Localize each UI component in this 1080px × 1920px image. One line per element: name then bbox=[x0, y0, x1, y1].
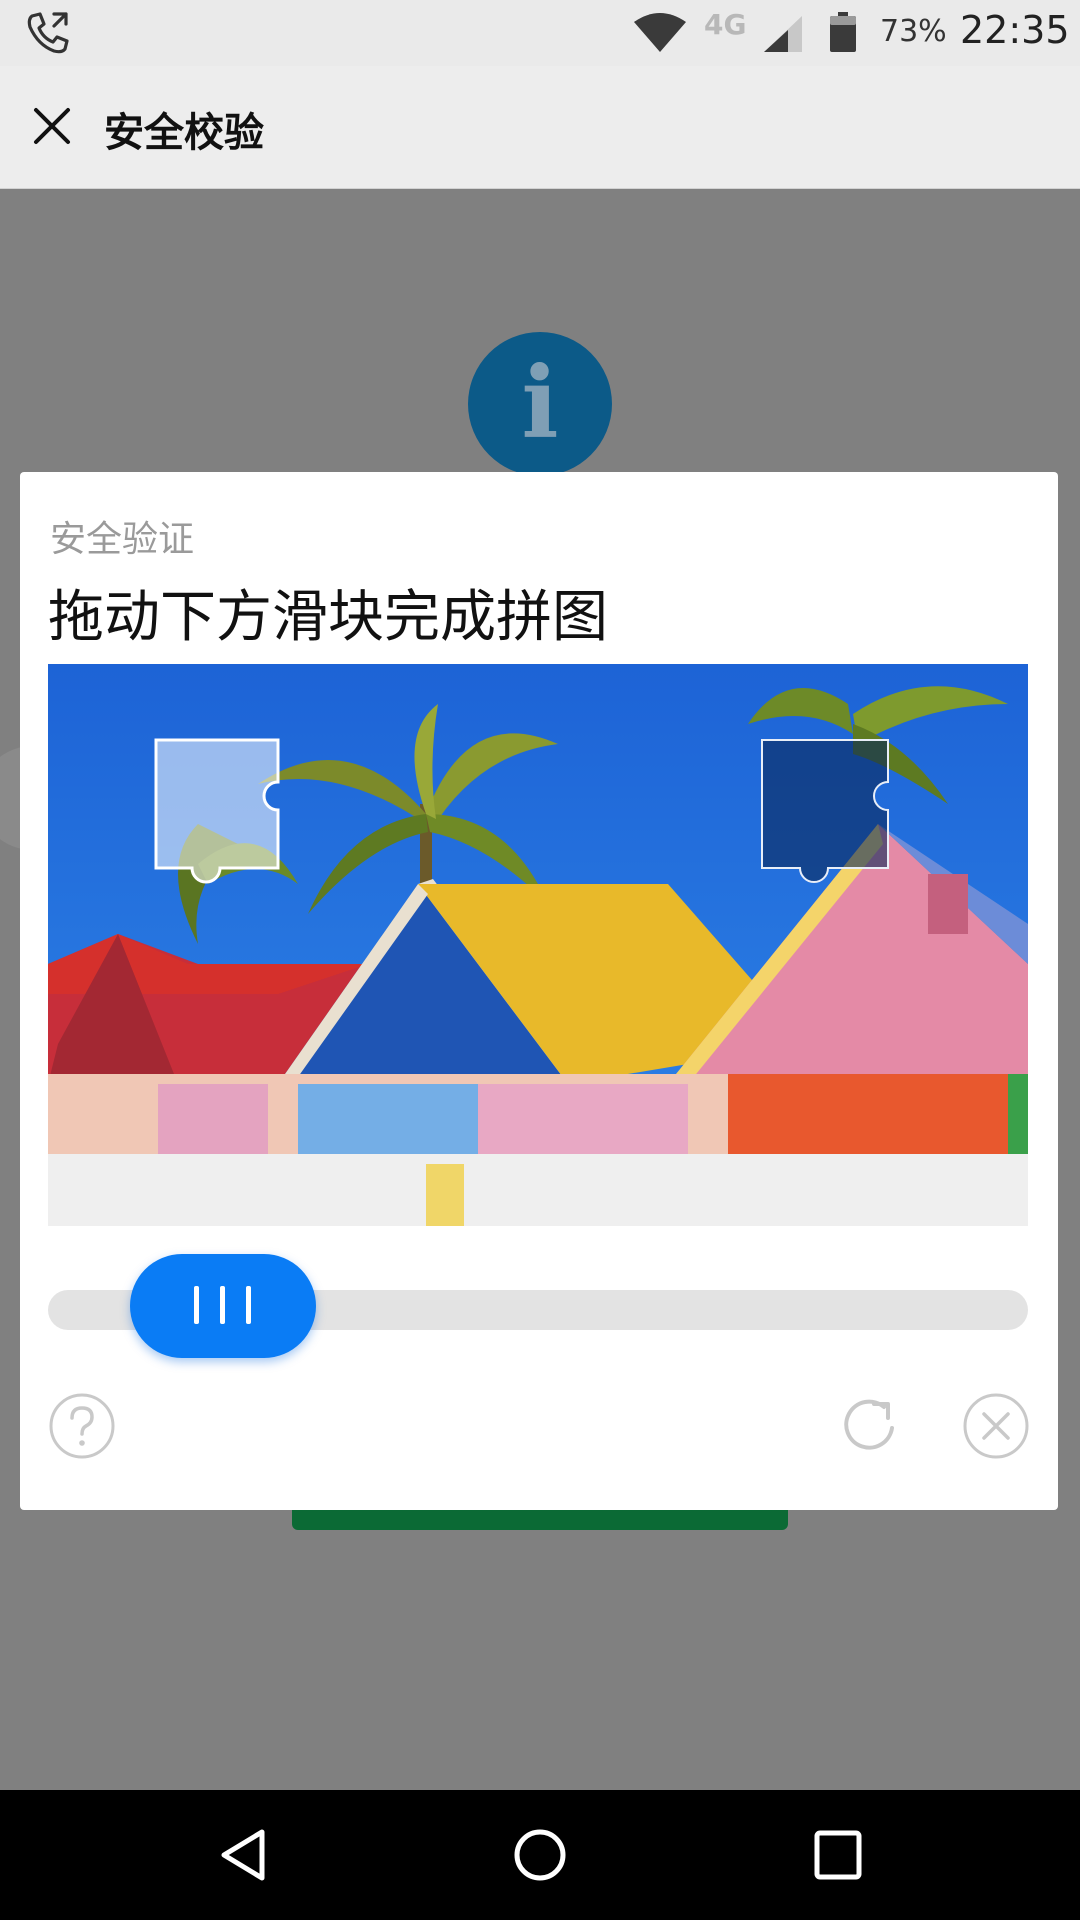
security-verification-dialog: 安全验证 拖动下方滑块完成拼图 bbox=[20, 472, 1058, 1510]
puzzle-piece bbox=[154, 738, 280, 884]
dialog-title: 拖动下方滑块完成拼图 bbox=[48, 585, 608, 650]
grip-line bbox=[220, 1286, 225, 1324]
back-icon[interactable] bbox=[216, 1826, 272, 1884]
wifi-icon bbox=[634, 13, 686, 52]
close-icon[interactable] bbox=[28, 102, 76, 150]
grip-line bbox=[194, 1286, 199, 1324]
navigation-bar bbox=[0, 1790, 1080, 1920]
signal-icon bbox=[764, 16, 802, 52]
home-icon[interactable] bbox=[512, 1826, 568, 1884]
dialog-subtitle: 安全验证 bbox=[50, 519, 195, 560]
title-bar: 安全校验 bbox=[0, 66, 1080, 189]
clock: 22:35 bbox=[960, 8, 1070, 52]
slider-handle[interactable] bbox=[130, 1254, 316, 1358]
status-bar: 4G 73% 22:35 bbox=[0, 0, 1080, 66]
grip-line bbox=[246, 1286, 251, 1324]
puzzle-gap bbox=[761, 739, 889, 883]
battery-percent: 73% bbox=[880, 14, 947, 49]
info-icon: i bbox=[468, 332, 612, 476]
phone-call-icon bbox=[27, 12, 69, 54]
puzzle-image bbox=[48, 664, 1028, 1226]
refresh-icon[interactable] bbox=[836, 1392, 904, 1460]
battery-icon bbox=[830, 12, 856, 52]
info-glyph: i bbox=[521, 346, 559, 461]
recents-icon[interactable] bbox=[814, 1830, 862, 1880]
page-title: 安全校验 bbox=[104, 110, 264, 156]
help-icon[interactable] bbox=[48, 1392, 116, 1460]
close-circle-icon[interactable] bbox=[962, 1392, 1030, 1460]
network-type-label: 4G bbox=[704, 8, 747, 41]
